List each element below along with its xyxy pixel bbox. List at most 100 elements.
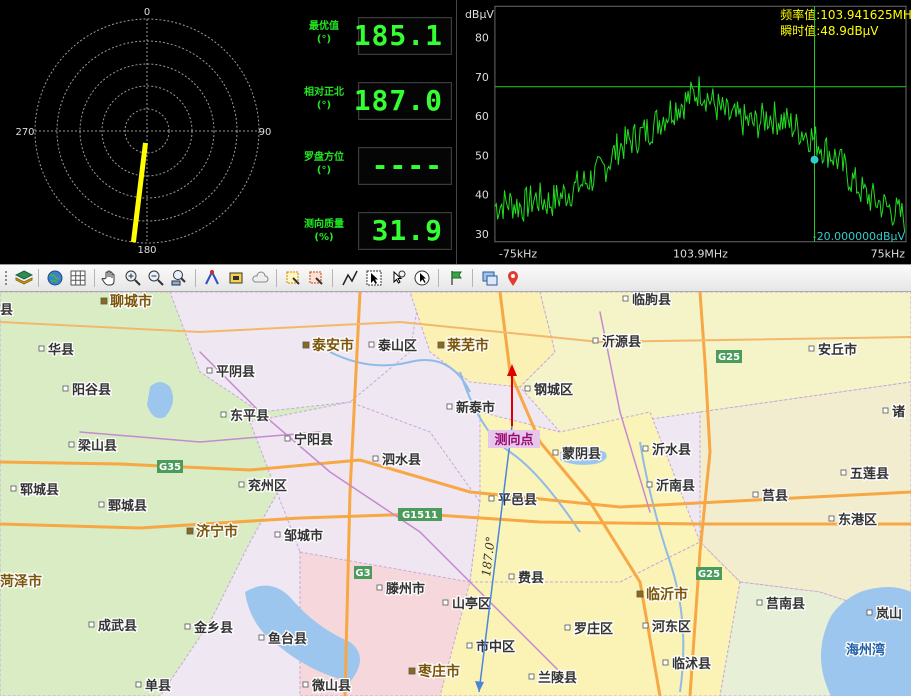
place-marker [258, 634, 265, 641]
map-toolbar [0, 264, 911, 292]
toll-icon[interactable] [226, 268, 246, 288]
place-label: 兰陵县 [538, 670, 577, 686]
place-marker [508, 573, 515, 580]
direction-finding-panel: 0 90 180 270 最优值 (°) 185.1 相对正北 (°) 187.0 … [0, 0, 911, 264]
place-label: 梁山县 [77, 438, 117, 454]
layers-icon[interactable] [14, 268, 34, 288]
shield-g1511: G1511 [402, 510, 438, 521]
relative-north-label: 相对正北 (°) [304, 87, 344, 111]
zoom-out-icon[interactable] [146, 268, 166, 288]
place-marker [466, 642, 473, 649]
readout-panel: 最优值 (°) 185.1 相对正北 (°) 187.0 罗盘方位 (°) ---- … [290, 0, 456, 264]
place-label: 五莲县 [850, 466, 889, 482]
y-tick-label: 70 [475, 71, 489, 84]
df-quality-display: 31.9 [358, 212, 452, 250]
place-marker [840, 469, 847, 476]
zoom-select-icon[interactable] [388, 268, 408, 288]
y-tick-label: 50 [475, 149, 489, 162]
place-marker [752, 491, 759, 498]
bearing-needle [130, 142, 148, 243]
place-label: 菏泽市 [0, 573, 42, 590]
globe-icon[interactable] [45, 268, 65, 288]
place-marker [135, 681, 142, 688]
optimal-value-label: 最优值 (°) [309, 21, 339, 45]
zoom-in-icon[interactable] [123, 268, 143, 288]
place-marker [622, 295, 629, 302]
place-marker [372, 455, 379, 462]
place-label: 岚山 [876, 606, 902, 622]
place-label: 华县 [48, 342, 74, 358]
place-marker [808, 345, 815, 352]
place-marker [186, 527, 194, 535]
spectrum-chart[interactable]: dBμV 频率值:103.941625MH 瞬时值:48.9dBμV 80 70 6… [456, 0, 911, 264]
place-label: 安丘市 [818, 342, 857, 358]
place-label: 郓城县 [20, 482, 59, 498]
shield-g35: G35 [159, 462, 181, 473]
place-marker [68, 441, 75, 448]
place-marker [38, 345, 45, 352]
select-b-icon[interactable] [306, 268, 326, 288]
place-label: 枣庄市 [417, 663, 460, 680]
freq-readout: 频率值:103.941625MH [780, 7, 911, 22]
place-label: 邹城市 [284, 528, 323, 544]
y-tick-label: 60 [475, 110, 489, 123]
station-label[interactable]: 测向点 [494, 432, 533, 448]
select-a-icon[interactable] [283, 268, 303, 288]
compass-dial: 0 90 180 270 [15, 7, 271, 256]
compass-bearing-display: ---- [358, 147, 452, 185]
df-quality-label: 测向质量 (%) [304, 219, 344, 243]
arrow-select-icon[interactable] [364, 268, 384, 288]
place-marker [756, 599, 763, 606]
place-marker [446, 403, 453, 410]
flag-icon[interactable] [446, 268, 466, 288]
location-pin-icon[interactable] [503, 268, 523, 288]
place-marker [274, 531, 281, 538]
place-label: 单县 [145, 678, 171, 694]
place-marker [408, 667, 416, 675]
grid-icon[interactable] [68, 268, 88, 288]
place-label: 鄄城县 [108, 498, 147, 514]
place-label: 宁阳县 [294, 432, 333, 448]
place-marker [642, 622, 649, 629]
place-label: 县 [0, 303, 13, 318]
map-view[interactable]: G35 G1511 G25 G25 G3 聊城市泰山区 莱芜市 泰安市 临朐县沂源县安… [0, 292, 911, 696]
compass-label-north: 0 [144, 7, 150, 18]
place-label: 临朐县 [632, 292, 671, 308]
place-marker [488, 495, 495, 502]
place-marker [528, 673, 535, 680]
route-icon[interactable] [202, 268, 222, 288]
polyline-icon[interactable] [340, 268, 360, 288]
pan-hand-icon[interactable] [100, 268, 120, 288]
pointer-icon[interactable] [412, 268, 432, 288]
place-label: 临沭县 [672, 656, 711, 672]
spectrum-unit-label: dBμV [465, 8, 494, 21]
place-marker [636, 590, 644, 598]
place-marker [368, 341, 375, 348]
place-label: 莒县 [762, 488, 788, 504]
place-marker [206, 367, 213, 374]
place-label: 泰山区 [377, 338, 417, 354]
place-label: 东平县 [230, 408, 269, 424]
zoom-extent-icon[interactable] [169, 268, 189, 288]
place-marker [62, 385, 69, 392]
compass-bearing-value: ---- [371, 149, 443, 182]
place-label: 河东区 [652, 619, 691, 635]
place-marker [10, 485, 17, 492]
place-marker [302, 341, 310, 349]
place-marker [437, 341, 445, 349]
y-tick-label: 80 [475, 32, 489, 45]
place-label: 阳谷县 [72, 382, 111, 398]
place-marker [866, 609, 873, 616]
place-label: 微山县 [311, 678, 351, 694]
layer-window-icon[interactable] [480, 268, 500, 288]
place-marker [88, 621, 95, 628]
place-marker [828, 515, 835, 522]
place-label: 济宁市 [196, 523, 238, 540]
place-marker [302, 681, 309, 688]
cloud-shape-icon[interactable] [250, 268, 270, 288]
place-label: 沂水县 [652, 442, 691, 458]
frequency-marker[interactable] [810, 155, 819, 164]
place-marker [184, 623, 191, 630]
place-label: 沂南县 [656, 478, 695, 494]
toolbar-grip-icon[interactable] [2, 268, 12, 288]
